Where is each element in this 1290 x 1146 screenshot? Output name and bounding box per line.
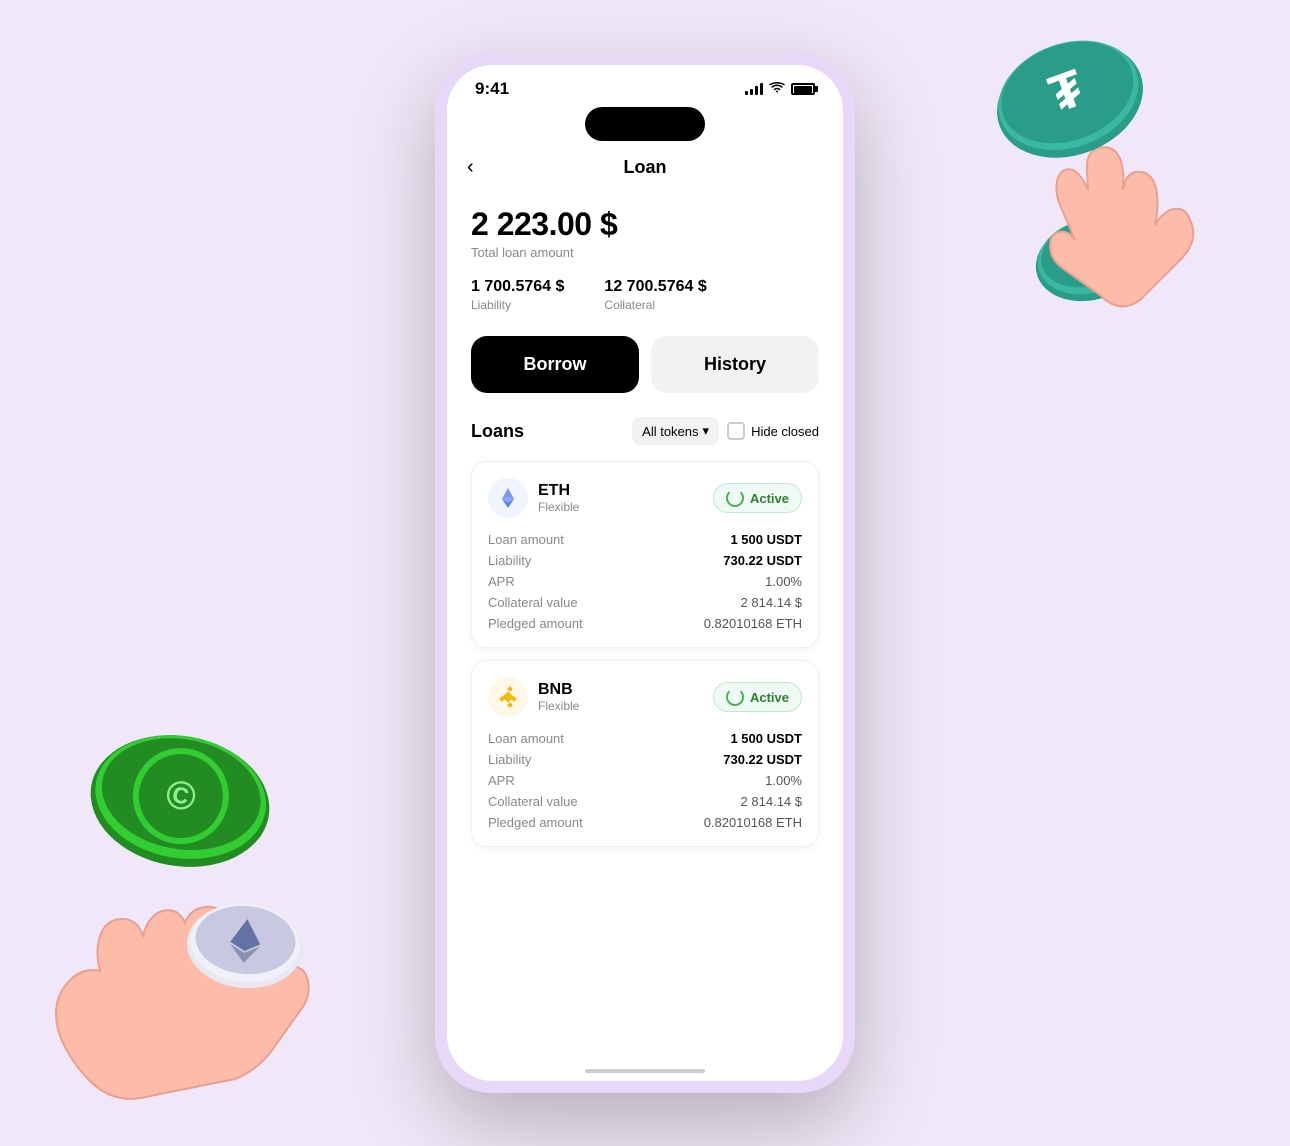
- eth-loan-amount-row: Loan amount 1 500 USDT: [488, 532, 802, 547]
- bnb-coin-type: Flexible: [538, 699, 579, 713]
- wifi-icon: [769, 81, 785, 97]
- hide-closed-checkbox[interactable]: [727, 422, 745, 440]
- nav-header: ‹ Loan: [447, 149, 843, 190]
- eth-apr-row: APR 1.00%: [488, 574, 802, 589]
- nav-title: Loan: [624, 157, 667, 178]
- bnb-active-badge: Active: [713, 682, 802, 712]
- phone-body: 9:41: [435, 53, 855, 1093]
- eth-collateral-key: Collateral value: [488, 595, 578, 610]
- loan-card-eth[interactable]: ETH Flexible Active Loan amount 1 500: [471, 461, 819, 648]
- status-bar: 9:41: [447, 65, 843, 107]
- liability-value: 1 700.5764 $: [471, 278, 564, 296]
- bnb-liability-key: Liability: [488, 752, 531, 767]
- loan-card-header-eth: ETH Flexible Active: [488, 478, 802, 518]
- status-time: 9:41: [475, 79, 509, 99]
- liability-label: Liability: [471, 298, 564, 312]
- eth-pledged-row: Pledged amount 0.82010168 ETH: [488, 616, 802, 631]
- tab-row: Borrow History: [471, 336, 819, 393]
- bnb-loan-amount-value: 1 500 USDT: [730, 731, 802, 746]
- eth-coin-deco: [180, 881, 310, 1016]
- phone-screen: 9:41: [447, 65, 843, 1081]
- hand-right: ₮: [960, 60, 1260, 365]
- eth-coin-icon: [488, 478, 528, 518]
- hand-left: [10, 801, 360, 1126]
- hide-closed-label: Hide closed: [751, 424, 819, 439]
- eth-liability-value: 730.22 USDT: [723, 553, 802, 568]
- bnb-collateral-value: 2 814.14 $: [741, 794, 802, 809]
- eth-active-text: Active: [750, 491, 789, 506]
- eth-loan-amount-key: Loan amount: [488, 532, 564, 547]
- back-button[interactable]: ‹: [467, 156, 474, 179]
- borrow-tab[interactable]: Borrow: [471, 336, 639, 393]
- eth-loan-details: Loan amount 1 500 USDT Liability 730.22 …: [488, 532, 802, 631]
- stats-row: 1 700.5764 $ Liability 12 700.5764 $ Col…: [471, 278, 819, 312]
- eth-apr-key: APR: [488, 574, 515, 589]
- bnb-loan-amount-key: Loan amount: [488, 731, 564, 746]
- eth-coin-type: Flexible: [538, 500, 579, 514]
- bnb-liability-value: 730.22 USDT: [723, 752, 802, 767]
- loans-title: Loans: [471, 421, 624, 442]
- eth-active-badge: Active: [713, 483, 802, 513]
- chevron-down-icon: ▾: [703, 423, 710, 439]
- loan-card-bnb[interactable]: BNB Flexible Active Loan amount 1 500: [471, 660, 819, 847]
- eth-liability-key: Liability: [488, 553, 531, 568]
- eth-collateral-value: 2 814.14 $: [741, 595, 802, 610]
- bnb-pledged-row: Pledged amount 0.82010168 ETH: [488, 815, 802, 830]
- bnb-coin-icon: [488, 677, 528, 717]
- liability-stat: 1 700.5764 $ Liability: [471, 278, 564, 312]
- bnb-loan-amount-row: Loan amount 1 500 USDT: [488, 731, 802, 746]
- bnb-active-spinner: [726, 688, 744, 706]
- bnb-apr-key: APR: [488, 773, 515, 788]
- loan-coin-eth: ETH Flexible: [488, 478, 579, 518]
- bnb-coin-name: BNB: [538, 681, 579, 699]
- battery-icon: [791, 83, 815, 95]
- svg-text:©: ©: [163, 772, 200, 820]
- filter-button[interactable]: All tokens ▾: [632, 417, 719, 445]
- total-label: Total loan amount: [471, 245, 819, 260]
- svg-text:₮: ₮: [1042, 59, 1092, 124]
- history-tab[interactable]: History: [651, 336, 819, 393]
- home-indicator: [585, 1069, 705, 1073]
- tether-coin-large: ₮: [990, 20, 1150, 185]
- svg-text:₮: ₮: [1076, 238, 1102, 275]
- status-icons: [745, 81, 815, 97]
- bnb-collateral-row: Collateral value 2 814.14 $: [488, 794, 802, 809]
- eth-loan-amount-value: 1 500 USDT: [730, 532, 802, 547]
- eth-pledged-value: 0.82010168 ETH: [704, 616, 802, 631]
- content-area: 2 223.00 $ Total loan amount 1 700.5764 …: [447, 190, 843, 1066]
- signal-icon: [745, 83, 763, 95]
- filter-label: All tokens: [642, 424, 698, 439]
- loan-coin-bnb: BNB Flexible: [488, 677, 579, 717]
- dynamic-island: [585, 107, 705, 141]
- phone-frame: 9:41: [435, 53, 855, 1093]
- green-coin: ©: [80, 701, 280, 906]
- total-amount: 2 223.00 $: [471, 206, 819, 243]
- eth-collateral-row: Collateral value 2 814.14 $: [488, 595, 802, 610]
- collateral-stat: 12 700.5764 $ Collateral: [604, 278, 706, 312]
- collateral-label: Collateral: [604, 298, 706, 312]
- bnb-apr-row: APR 1.00%: [488, 773, 802, 788]
- eth-active-spinner: [726, 489, 744, 507]
- hide-closed-toggle[interactable]: Hide closed: [727, 422, 819, 440]
- bnb-apr-value: 1.00%: [765, 773, 802, 788]
- eth-coin-name: ETH: [538, 482, 579, 500]
- eth-pledged-key: Pledged amount: [488, 616, 583, 631]
- loan-card-header-bnb: BNB Flexible Active: [488, 677, 802, 717]
- bnb-liability-row: Liability 730.22 USDT: [488, 752, 802, 767]
- bnb-loan-details: Loan amount 1 500 USDT Liability 730.22 …: [488, 731, 802, 830]
- eth-liability-row: Liability 730.22 USDT: [488, 553, 802, 568]
- collateral-value: 12 700.5764 $: [604, 278, 706, 296]
- bnb-coin-info: BNB Flexible: [538, 681, 579, 713]
- bnb-collateral-key: Collateral value: [488, 794, 578, 809]
- bnb-pledged-value: 0.82010168 ETH: [704, 815, 802, 830]
- loans-header: Loans All tokens ▾ Hide closed: [471, 417, 819, 445]
- eth-coin-info: ETH Flexible: [538, 482, 579, 514]
- bnb-pledged-key: Pledged amount: [488, 815, 583, 830]
- bnb-active-text: Active: [750, 690, 789, 705]
- eth-apr-value: 1.00%: [765, 574, 802, 589]
